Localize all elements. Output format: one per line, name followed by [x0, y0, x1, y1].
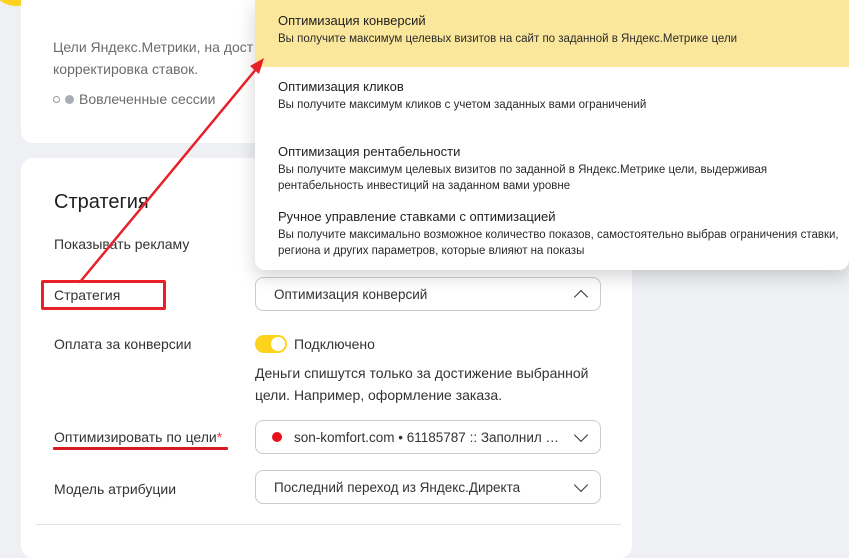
- pay-for-conversions-toggle[interactable]: [255, 335, 287, 353]
- toggle-knob: [271, 337, 285, 351]
- goals-description: Цели Яндекс.Метрики, на дост корректиров…: [53, 36, 273, 80]
- annotation-box: [41, 280, 166, 310]
- engaged-sessions-item: Вовлеченные сессии: [53, 91, 215, 107]
- pay-helper-text: Деньги спишутся только за достижение выб…: [255, 365, 589, 403]
- annotation-underline: [53, 447, 228, 450]
- show-ads-label: Показывать рекламу: [54, 236, 190, 252]
- goals-line-2: корректировка ставок.: [53, 61, 199, 77]
- option-title: Оптимизация конверсий: [278, 13, 426, 28]
- option-title: Оптимизация кликов: [278, 79, 404, 94]
- option-description: Вы получите максимум целевых визитов на …: [278, 33, 738, 45]
- goal-select-value: son-komfort.com • 61185787 :: Заполнил ф…: [294, 429, 564, 445]
- section-title: Стратегия: [54, 191, 149, 213]
- bullet-ring-icon: [53, 95, 60, 103]
- chevron-down-icon: [573, 427, 589, 443]
- option-description: Вы получите максимум целевых визитов по …: [278, 164, 768, 192]
- chevron-down-icon: [573, 477, 589, 493]
- strategy-option-clicks[interactable]: Оптимизация кликов Вы получите максимум …: [255, 79, 849, 113]
- goals-line-1: Цели Яндекс.Метрики, на дост: [53, 39, 254, 55]
- engaged-sessions-label: Вовлеченные сессии: [79, 91, 216, 107]
- attribution-select[interactable]: Последний переход из Яндекс.Директа: [255, 470, 601, 504]
- option-title: Ручное управление ставками с оптимизацие…: [278, 209, 556, 224]
- grey-dot-icon: [65, 94, 74, 104]
- optimize-goal-label: Оптимизировать по цели*: [54, 429, 222, 445]
- strategy-option-conversions[interactable]: Оптимизация конверсий Вы получите максим…: [255, 0, 849, 67]
- goal-select[interactable]: son-komfort.com • 61185787 :: Заполнил ф…: [255, 420, 601, 454]
- attribution-select-value: Последний переход из Яндекс.Директа: [274, 479, 521, 495]
- option-description: Вы получите максимум кликов с учетом зад…: [278, 99, 647, 111]
- pay-toggle-label: Подключено: [294, 336, 375, 352]
- attribution-label: Модель атрибуции: [54, 481, 177, 497]
- optimize-goal-label-text: Оптимизировать по цели: [54, 429, 217, 445]
- strategy-option-profitability[interactable]: Оптимизация рентабельности Вы получите м…: [255, 144, 849, 194]
- required-mark: *: [216, 429, 223, 445]
- strategy-dropdown-menu: Оптимизация конверсий Вы получите максим…: [255, 0, 849, 270]
- divider: [36, 524, 621, 525]
- option-title: Оптимизация рентабельности: [278, 144, 461, 159]
- strategy-select-value: Оптимизация конверсий: [274, 286, 428, 302]
- strategy-select[interactable]: Оптимизация конверсий: [255, 277, 601, 311]
- pay-for-conversions-label: Оплата за конверсии: [54, 336, 192, 352]
- strategy-option-manual[interactable]: Ручное управление ставками с оптимизацие…: [255, 209, 849, 259]
- option-description: Вы получите максимально возможное количе…: [278, 229, 839, 257]
- goal-status-dot: [272, 432, 282, 442]
- chevron-up-icon: [573, 289, 589, 304]
